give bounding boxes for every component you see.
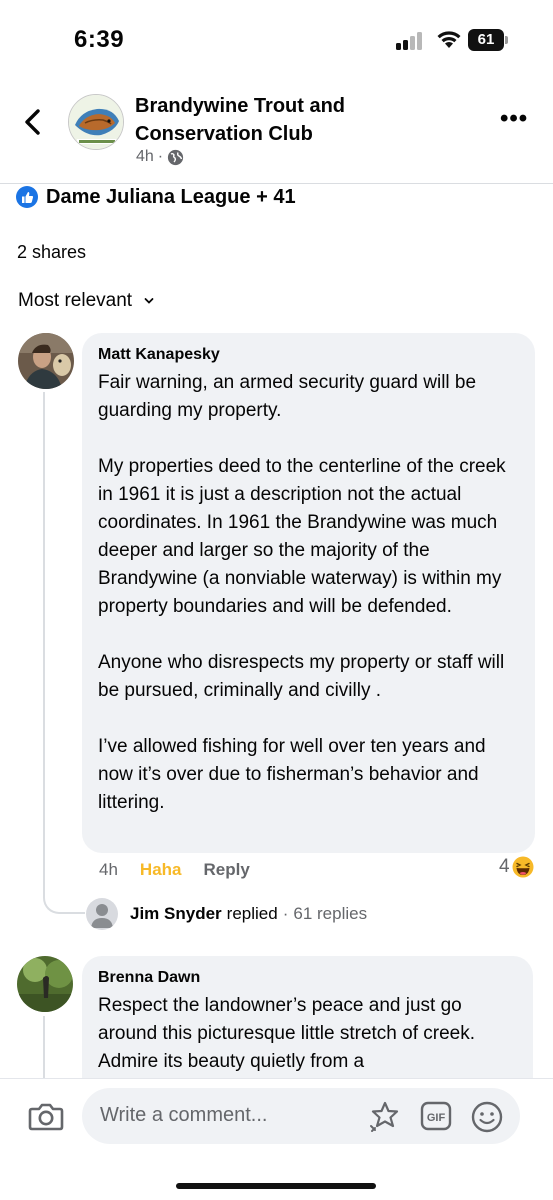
commenter-avatar[interactable] <box>18 333 74 389</box>
reply-thread-line <box>43 392 85 914</box>
react-button[interactable]: Haha <box>140 860 182 880</box>
globe-icon <box>168 149 184 165</box>
reply-thread-line <box>43 1016 45 1086</box>
commenter-avatar[interactable] <box>17 956 73 1012</box>
reactions-summary[interactable]: Dame Juliana League + 41 <box>16 184 296 210</box>
comment-text: Respect the landowner’s peace and just g… <box>98 995 476 1072</box>
meta-separator: · <box>157 148 164 165</box>
reaction-count: 4 <box>499 856 510 877</box>
home-indicator <box>176 1183 376 1189</box>
avatar-sticker-icon[interactable] <box>368 1100 402 1134</box>
reply-count: 61 replies <box>293 904 368 923</box>
sort-label: Most relevant <box>18 290 133 311</box>
trout-logo-icon <box>69 95 123 149</box>
post-meta: 4h · <box>136 148 184 166</box>
comment-input[interactable]: Write a comment... GIF <box>82 1088 520 1144</box>
replied-verb: replied <box>226 904 278 923</box>
reply-separator: · <box>282 904 289 923</box>
back-button[interactable] <box>18 104 48 140</box>
default-avatar-icon <box>86 898 118 930</box>
chevron-down-icon <box>144 298 154 304</box>
camera-icon[interactable] <box>28 1101 64 1133</box>
battery-icon: 61 <box>468 29 508 51</box>
replies-preview[interactable]: Jim Snyder replied · 61 replies <box>86 898 367 930</box>
comment-placeholder: Write a comment... <box>100 1104 268 1126</box>
reply-button[interactable]: Reply <box>204 860 250 880</box>
comment-composer: Write a comment... GIF <box>0 1078 553 1200</box>
status-bar: 6:39 61 <box>0 0 553 80</box>
comment-actions: 4h Haha Reply <box>99 860 272 880</box>
reactions-text: Dame Juliana League + 41 <box>46 185 296 208</box>
sort-comments-dropdown[interactable]: Most relevant <box>18 290 154 312</box>
page-avatar[interactable] <box>68 94 124 150</box>
post-time: 4h <box>136 148 154 165</box>
post-header: Brandywine Trout and Conservation Club 4… <box>0 84 553 184</box>
replier-name: Jim Snyder <box>130 904 222 923</box>
cellular-signal-icon <box>396 30 426 50</box>
more-options-button[interactable]: ••• <box>500 107 540 132</box>
haha-emoji-icon <box>512 856 534 878</box>
comment-text: Fair warning, an armed security guard wi… <box>98 372 506 813</box>
status-time: 6:39 <box>74 26 125 53</box>
page-title[interactable]: Brandywine Trout and Conservation Club <box>135 92 475 148</box>
comment-reaction-count[interactable]: 4 <box>499 856 534 878</box>
shares-count[interactable]: 2 shares <box>17 242 86 263</box>
gif-icon[interactable]: GIF <box>420 1101 452 1131</box>
comment-author[interactable]: Brenna Dawn <box>98 968 517 988</box>
comment-bubble[interactable]: Matt Kanapesky Fair warning, an armed se… <box>82 333 535 853</box>
emoji-icon[interactable] <box>470 1100 504 1134</box>
svg-text:GIF: GIF <box>427 1112 446 1124</box>
comment-time: 4h <box>99 860 118 879</box>
wifi-icon <box>437 31 461 48</box>
like-icon <box>16 186 38 208</box>
comment-author[interactable]: Matt Kanapesky <box>98 345 519 365</box>
battery-level: 61 <box>468 29 504 51</box>
